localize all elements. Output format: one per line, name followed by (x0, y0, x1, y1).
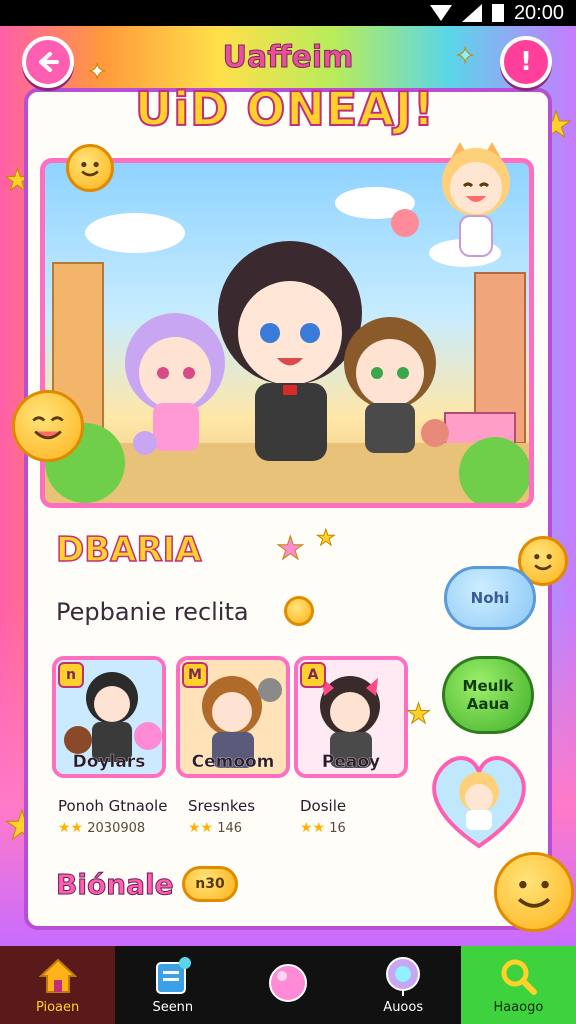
green-action-label-2: Aaua (466, 695, 510, 713)
character-rating: ★★ 2030908 (58, 820, 145, 836)
heart-frame-icon (432, 756, 526, 849)
character-name: Doylars (72, 752, 146, 772)
rating-stars-icon: ★★ (58, 820, 84, 836)
green-action-button[interactable]: Meulk Aaua (442, 656, 534, 734)
smiley-icon (12, 390, 84, 462)
rating-stars-icon: ★★ (300, 820, 326, 836)
info-icon: ! (520, 47, 532, 77)
green-action-label-1: Meulk (462, 677, 514, 695)
nav-label: Seenn (152, 999, 194, 1015)
pink-orb-icon (268, 963, 308, 1003)
character-card[interactable]: n Doylars (52, 656, 166, 778)
sparkle-icon: ✦ (455, 44, 475, 69)
character-tag: n (58, 662, 84, 688)
sparkle-icon: ✦ (87, 60, 107, 85)
section-title: DBARIA (55, 529, 202, 571)
character-name: Cemoom (191, 752, 275, 772)
emoji-mascot-icon (66, 144, 114, 192)
character-label: Dosile (300, 797, 347, 815)
bottom-badge-label: n30 (195, 876, 225, 892)
balloon-icon (383, 956, 423, 996)
bottom-nav: Pioaen Seenn Auoos Haaogo (0, 946, 576, 1024)
rating-stars-icon: ★★ (188, 820, 214, 836)
rating-value: 146 (217, 821, 243, 836)
nav-item-home[interactable]: Pioaen (0, 946, 116, 1024)
home-icon (38, 956, 78, 996)
star-icon: ★ (405, 697, 432, 730)
bottom-badge[interactable]: n30 (182, 866, 238, 902)
star-icon: ★ (316, 526, 337, 551)
rating-value: 16 (329, 821, 346, 836)
rating-value: 2030908 (87, 821, 146, 836)
cat-mascot-icon (430, 142, 522, 262)
heart-frame-button[interactable] (424, 746, 534, 850)
character-card[interactable]: M Cemoom (176, 656, 290, 778)
nav-item-search[interactable]: Haaogo (460, 946, 576, 1024)
arrow-left-icon (39, 52, 59, 72)
character-rating: ★★ 16 (300, 820, 346, 836)
character-tag: M (182, 662, 208, 688)
bottom-title: Biónale (56, 868, 175, 902)
nav-label: Auoos (383, 999, 424, 1015)
nav-item-balloon[interactable]: Auoos (346, 946, 461, 1024)
character-card[interactable]: A Peaoy (294, 656, 408, 778)
character-rating: ★★ 146 (188, 820, 242, 836)
nav-item-orb[interactable] (230, 946, 345, 1024)
status-time: 20:00 (513, 1, 564, 24)
game-title: UiD ONEAJ! (134, 81, 436, 137)
subtitle: Pepbanie reclita (56, 598, 249, 626)
wifi-icon (429, 5, 452, 21)
nav-item-cards[interactable]: Seenn (115, 946, 230, 1024)
star-icon: ★ (276, 529, 306, 567)
search-icon (498, 956, 538, 996)
card-icon (153, 956, 193, 996)
character-tag: A (300, 662, 326, 688)
nav-label: Haaogo (493, 999, 544, 1015)
title-small: Uaffeim (222, 40, 354, 76)
blue-action-button[interactable]: Nohi (444, 566, 536, 630)
info-button[interactable]: ! (500, 36, 552, 88)
back-button[interactable] (22, 36, 74, 88)
character-label: Ponoh Gtnaole (58, 797, 168, 815)
nav-label: Pioaen (35, 999, 80, 1015)
blue-action-label: Nohi (470, 589, 510, 607)
character-label: Sresnkes (188, 797, 256, 815)
emoji-icon (284, 596, 314, 626)
smiley-icon (494, 852, 574, 932)
status-bar: 20:00 (0, 0, 576, 26)
signal-icon (461, 4, 482, 22)
battery-icon (491, 4, 504, 22)
character-name: Peaoy (321, 752, 381, 772)
